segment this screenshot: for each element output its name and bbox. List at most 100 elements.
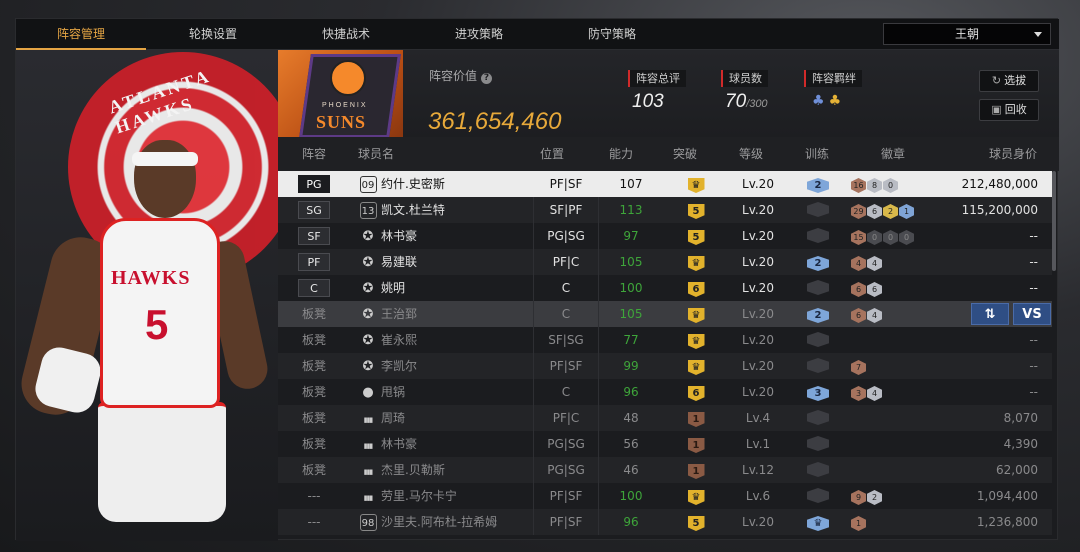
table-row[interactable]: 板凳 ▮▮▮ 林书豪 PG|SG 56 1 Lv.1 4,390 — [278, 431, 1052, 457]
training-badge: 2 — [807, 256, 829, 271]
player-position: PF|SF — [533, 509, 599, 535]
table-row[interactable]: --- ▮▮▮ 劳里.马尔卡宁 PF|SF 100 ♛ Lv.6 9 2 1,094,400 — [278, 483, 1052, 509]
crown-icon: ♛ — [687, 308, 705, 323]
row-role: 板凳 — [301, 359, 326, 373]
player-name: 王治郅 — [381, 307, 418, 321]
table-row[interactable]: PG 09 约什.史密斯 PF|SF 107 ♛ Lv.20 2 16 8 0 212,480,000 — [278, 171, 1052, 197]
training-cell: 2 — [798, 171, 838, 197]
row-role: 板凳 — [301, 333, 326, 347]
signal-icon: ▮▮▮ — [363, 468, 374, 476]
tab-offense-strategy[interactable]: 进攻策略 — [414, 19, 544, 50]
suns-logo-subtext: PHOENIX — [322, 102, 368, 109]
training-empty-icon — [807, 358, 829, 373]
breakthrough-cell: 1 — [666, 457, 726, 483]
tab-quick-tactics[interactable]: 快捷战术 — [281, 19, 411, 50]
table-row[interactable]: 板凳 ▮▮▮ 杰里.贝勒斯 PG|SG 46 1 Lv.12 62,000 — [278, 457, 1052, 483]
bond-icons[interactable]: ♣ ♣ — [812, 93, 841, 109]
player-value: -- — [1029, 359, 1038, 373]
table-row[interactable]: 板凳 ✪ 王治郅 C 105 ♛ Lv.20 2 6 4 ⇅ VS — [278, 301, 1052, 327]
player-value: 115,200,000 — [961, 203, 1038, 217]
refresh-icon: ↻ — [991, 74, 1002, 87]
player-value: 1,094,400 — [976, 489, 1038, 503]
breakthrough-cell: 1 — [666, 405, 726, 431]
table-row[interactable]: C ✪ 姚明 C 100 6 Lv.20 6 6 -- — [278, 275, 1052, 301]
table-scrollbar[interactable] — [1052, 171, 1056, 271]
player-ability: 105 — [619, 307, 643, 321]
row-role: PG — [278, 171, 350, 197]
team-info-bar: PHOENIX SUNS 阵容价值? 361,654,460 阵容总评 103 … — [278, 50, 1059, 137]
player-count-label: 球员数 — [721, 70, 768, 87]
player-position: SF|PF — [533, 197, 599, 223]
jersey-name: HAWKS — [111, 267, 191, 289]
training-empty-icon — [807, 280, 829, 295]
table-row[interactable]: 板凳 ✪ 崔永熙 SF|SG 77 ♛ Lv.20 -- — [278, 327, 1052, 353]
player-ability: 97 — [623, 229, 639, 243]
breakthrough-cell: ♛ — [666, 353, 726, 379]
vs-button[interactable]: VS — [1013, 303, 1051, 325]
star-icon: ✪ — [362, 255, 374, 270]
player-level: Lv.1 — [745, 437, 771, 451]
swap-button[interactable]: ⇅ — [971, 303, 1009, 325]
player-ability: 96 — [623, 515, 639, 529]
badge-hex-icon: 4 — [851, 256, 866, 271]
player-name: 林书豪 — [381, 229, 418, 243]
crown-icon: ♛ — [687, 490, 705, 505]
badge-hex-icon: 7 — [851, 360, 866, 375]
badge-hex-icon: 4 — [867, 256, 882, 271]
row-role: SG — [278, 197, 350, 223]
breakthrough-badge: 1 — [687, 438, 705, 453]
help-icon[interactable]: ? — [481, 73, 493, 84]
player-value: -- — [1029, 281, 1038, 295]
recycle-button[interactable]: ▣ 回收 — [979, 99, 1039, 121]
tab-roster-management[interactable]: 阵容管理 — [16, 19, 146, 50]
training-cell — [798, 431, 838, 457]
breakthrough-cell: ♛ — [666, 327, 726, 353]
select-button[interactable]: ↻ 选拔 — [979, 70, 1039, 92]
table-row[interactable]: SF ✪ 林书豪 PG|SG 97 5 Lv.20 15 0 0 0 -- — [278, 223, 1052, 249]
player-value: -- — [1029, 385, 1038, 399]
table-row[interactable]: 板凳 ● 甩锅 C 96 6 Lv.20 3 3 4 -- — [278, 379, 1052, 405]
player-value: 1,236,800 — [976, 515, 1038, 529]
player-position: PF|SF — [549, 177, 583, 191]
badge-hex-icon: 0 — [867, 230, 882, 245]
training-empty-icon — [807, 462, 829, 477]
header-value: 球员身价 — [989, 147, 1038, 161]
player-name: 甩锅 — [381, 385, 406, 399]
player-name: 姚明 — [381, 281, 406, 295]
player-level: Lv.20 — [742, 203, 774, 217]
breakthrough-badge: 5 — [687, 516, 705, 531]
training-cell — [798, 275, 838, 301]
tab-defense-strategy[interactable]: 防守策略 — [547, 19, 677, 50]
breakthrough-badge: 5 — [687, 204, 705, 219]
jersey-number-badge: 09 — [359, 176, 377, 193]
row-role: 板凳 — [301, 463, 326, 477]
overall-value: 103 — [632, 91, 664, 112]
bond-icon-blue: ♣ — [812, 93, 825, 109]
table-row[interactable]: --- 98 沙里夫.阿布杜-拉希姆 PF|SF 96 5 Lv.20 ♛ 1 1,236,800 — [278, 509, 1052, 535]
table-row[interactable]: 板凳 ✪ 李凯尔 PF|SF 99 ♛ Lv.20 7 -- — [278, 353, 1052, 379]
row-role: 板凳 — [301, 437, 326, 451]
header-ability: 能力 — [609, 147, 634, 161]
signal-icon: ▮▮▮ — [363, 416, 374, 424]
table-row[interactable]: PF ✪ 易建联 PF|C 105 ♛ Lv.20 2 4 4 -- — [278, 249, 1052, 275]
player-name: 杰里.贝勒斯 — [381, 463, 445, 477]
player-name: 周琦 — [381, 411, 406, 425]
player-position: PF|C — [533, 249, 599, 275]
server-dropdown[interactable]: 王朝 — [883, 23, 1051, 45]
training-cell — [798, 457, 838, 483]
star-icon: ✪ — [362, 307, 374, 322]
tab-rotation-settings[interactable]: 轮换设置 — [148, 19, 278, 50]
row-role: PF — [278, 249, 350, 275]
training-cell — [798, 483, 838, 509]
player-level: Lv.20 — [742, 515, 774, 529]
header-training: 训练 — [805, 147, 830, 161]
player-position: PF|C — [533, 405, 599, 431]
row-role: 板凳 — [301, 307, 326, 321]
badge-hex-icon: 2 — [867, 490, 882, 505]
player-level: Lv.20 — [742, 177, 774, 191]
player-count-stat: 球员数 70/300 — [721, 67, 768, 112]
player-name: 易建联 — [381, 255, 418, 269]
player-ability: 46 — [623, 463, 639, 477]
table-row[interactable]: 板凳 ▮▮▮ 周琦 PF|C 48 1 Lv.4 8,070 — [278, 405, 1052, 431]
table-row[interactable]: SG 13 凯文.杜兰特 SF|PF 113 5 Lv.20 29 6 2 1 115,200,000 — [278, 197, 1052, 223]
